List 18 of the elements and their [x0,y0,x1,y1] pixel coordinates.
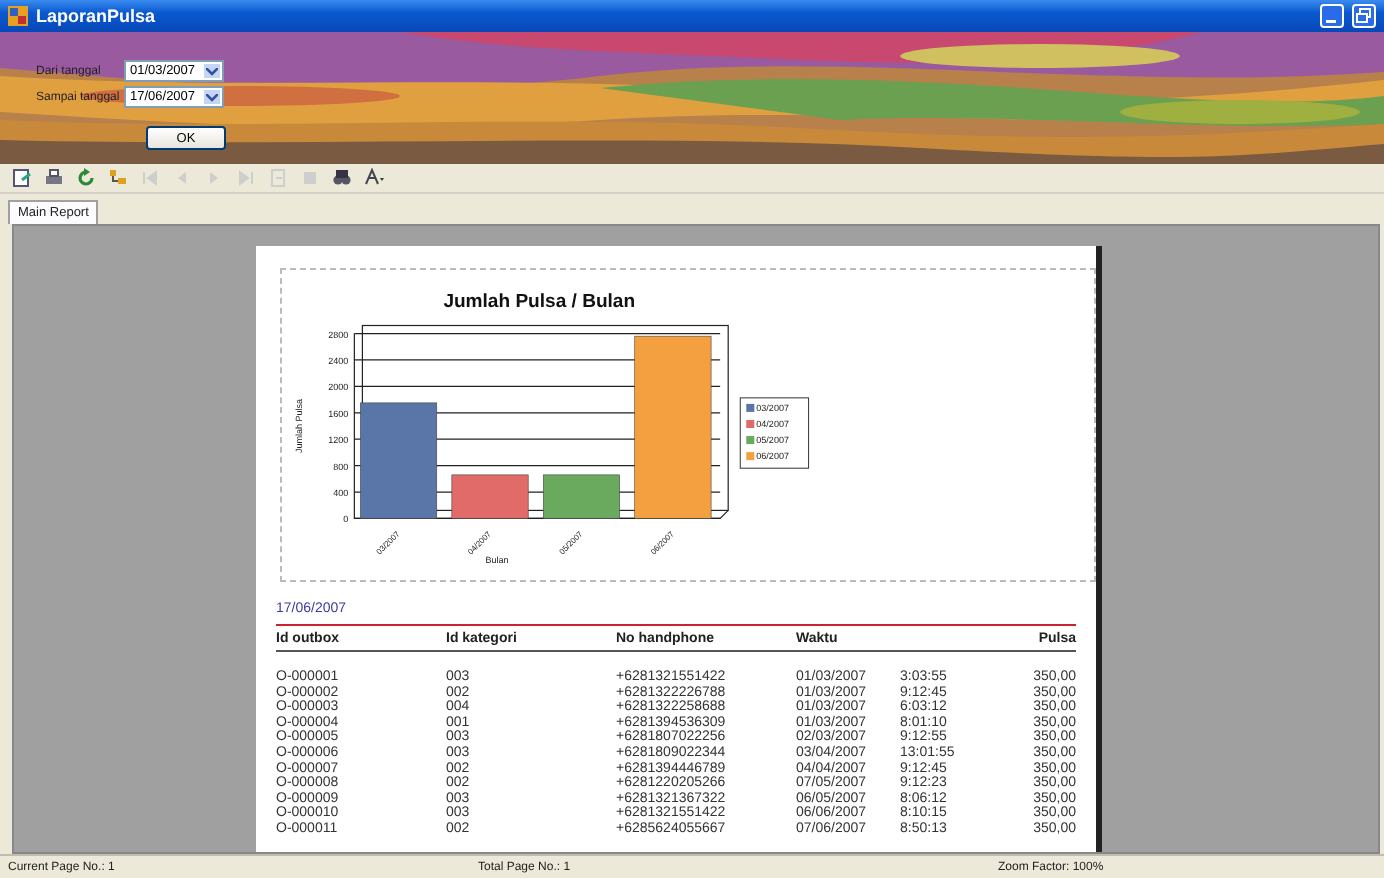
app-icon [8,6,28,26]
dropdown-icon [206,67,218,75]
dropdown-icon [206,93,218,101]
window-title: LaporanPulsa [36,6,158,26]
restore-icon [1356,8,1372,24]
maximize-button[interactable] [1352,4,1376,28]
chart-title: Jumlah Pulsa / Bulan [443,291,636,314]
print-icon[interactable] [43,168,63,188]
bar [451,474,529,519]
refresh-icon[interactable] [75,168,95,188]
export-icon[interactable] [11,168,31,188]
minimize-button[interactable] [1320,4,1344,28]
bar [543,474,620,519]
bar [360,402,438,519]
tree-icon[interactable] [107,168,127,188]
search-icon[interactable] [331,168,351,188]
legend-box [739,397,810,469]
zoom-icon[interactable] [363,168,383,188]
